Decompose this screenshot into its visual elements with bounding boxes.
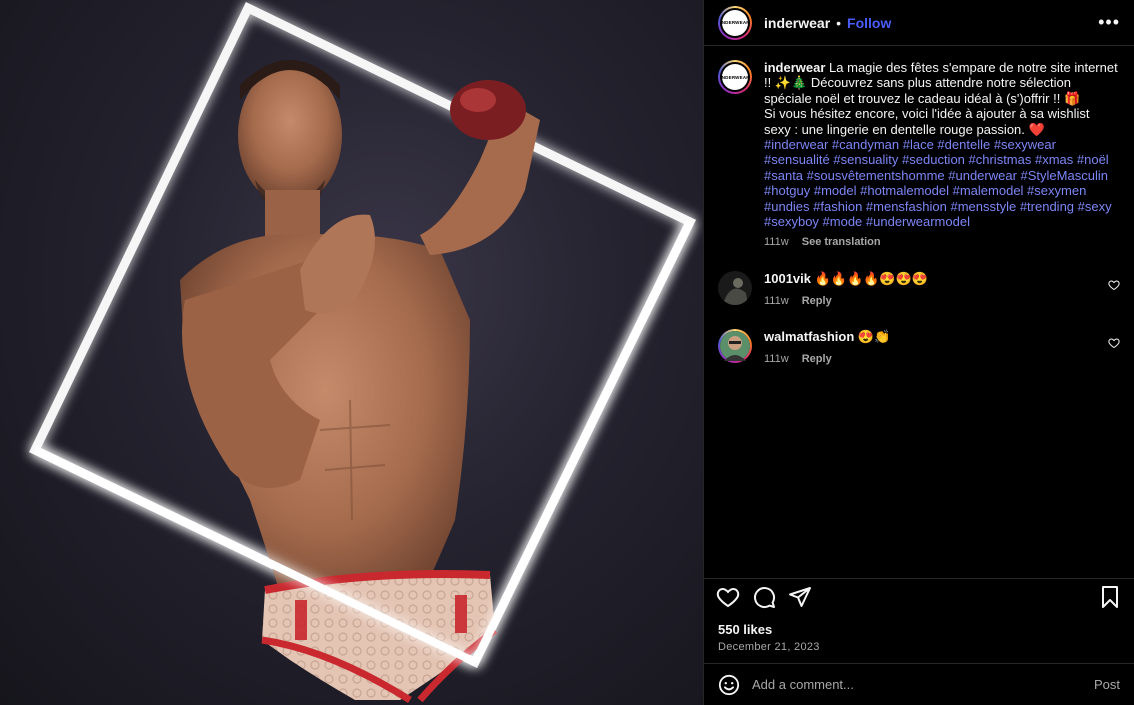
- reply-button[interactable]: Reply: [802, 295, 832, 307]
- comments-area[interactable]: INDERWEAR inderwear La magie des fêtes s…: [704, 46, 1134, 574]
- caption-time[interactable]: 111w: [764, 236, 789, 248]
- comment-composer: Post: [704, 663, 1134, 705]
- caption: INDERWEAR inderwear La magie des fêtes s…: [718, 60, 1120, 251]
- action-bar: [704, 578, 1134, 614]
- caption-meta: 111w See translation: [764, 235, 1119, 250]
- caption-hashtags[interactable]: #inderwear #candyman #lace #dentelle #se…: [764, 137, 1112, 229]
- like-count[interactable]: 550 likes: [704, 614, 1134, 637]
- username-link[interactable]: inderwear: [764, 15, 830, 31]
- brand-logo: INDERWEAR: [720, 64, 750, 90]
- comment-icon[interactable]: [752, 585, 776, 609]
- commenter-avatar[interactable]: [718, 270, 752, 305]
- post-image[interactable]: [0, 0, 703, 705]
- caption-avatar[interactable]: INDERWEAR: [718, 60, 752, 94]
- comment-meta: 111w Reply: [764, 293, 928, 309]
- post-header: INDERWEAR inderwear • Follow •••: [704, 0, 1134, 46]
- post-sidebar: INDERWEAR inderwear • Follow ••• INDERWE…: [703, 0, 1134, 705]
- follow-button[interactable]: Follow: [847, 15, 891, 31]
- comment-time[interactable]: 111w: [764, 353, 789, 365]
- caption-body: inderwear La magie des fêtes s'empare de…: [764, 60, 1119, 251]
- post-comment-button[interactable]: Post: [1094, 677, 1120, 692]
- separator-dot: •: [836, 14, 842, 31]
- post-photo-illustration: [28, 1, 697, 703]
- see-translation-button[interactable]: See translation: [802, 236, 881, 248]
- comment-body: 1001vik 🔥🔥🔥🔥😍😍😍 111w Reply: [764, 271, 928, 309]
- post-modal: INDERWEAR inderwear • Follow ••• INDERWE…: [0, 0, 1134, 705]
- heart-icon[interactable]: [716, 585, 740, 609]
- comment-text: 🔥🔥🔥🔥😍😍😍: [814, 270, 928, 286]
- like-comment-icon[interactable]: [1108, 279, 1120, 291]
- comment-body: walmatfashion 😍👏 111w Reply: [764, 329, 890, 367]
- profile-avatar[interactable]: INDERWEAR: [718, 5, 752, 40]
- caption-text-2: Si vous hésitez encore, voici l'idée à a…: [764, 106, 1090, 137]
- comment-username[interactable]: 1001vik: [764, 271, 811, 286]
- brand-logo: INDERWEAR: [720, 9, 750, 36]
- comment-text: 😍👏: [857, 328, 891, 344]
- emoji-icon[interactable]: [718, 674, 740, 696]
- comment-item: 1001vik 🔥🔥🔥🔥😍😍😍 111w Reply: [718, 270, 1120, 309]
- comment-username[interactable]: walmatfashion: [764, 329, 854, 344]
- more-icon[interactable]: •••: [1098, 12, 1120, 33]
- avatar-image-walmatfashion: [720, 330, 750, 361]
- share-icon[interactable]: [788, 585, 812, 609]
- like-comment-icon[interactable]: [1108, 337, 1120, 349]
- comment-meta: 111w Reply: [764, 351, 890, 367]
- caption-username[interactable]: inderwear: [764, 60, 825, 75]
- bookmark-icon[interactable]: [1098, 585, 1122, 609]
- comment-time[interactable]: 111w: [764, 295, 789, 307]
- reply-button[interactable]: Reply: [802, 353, 832, 365]
- add-comment-input[interactable]: [752, 677, 1094, 692]
- commenter-avatar[interactable]: [718, 328, 752, 363]
- post-date[interactable]: December 21, 2023: [704, 637, 1134, 663]
- avatar-image-1001vik: [718, 270, 752, 305]
- comment-item: walmatfashion 😍👏 111w Reply: [718, 328, 1120, 367]
